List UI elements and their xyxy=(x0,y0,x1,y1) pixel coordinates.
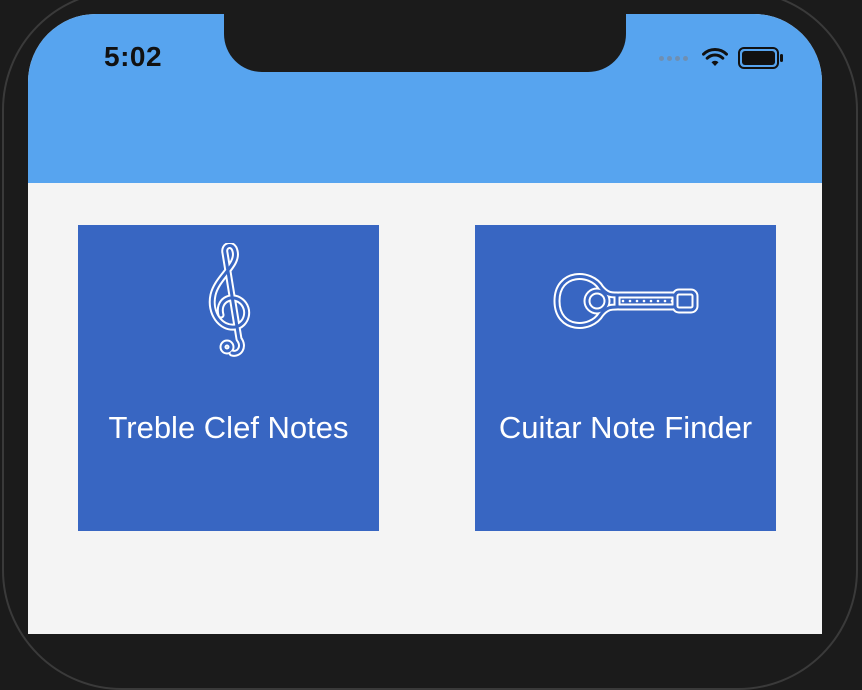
guitar-icon xyxy=(475,269,776,333)
treble-clef-icon xyxy=(78,243,379,361)
wifi-icon xyxy=(702,48,728,66)
tile-label: Treble Clef Notes xyxy=(108,410,349,445)
phone-frame: 5:02 Treble Clef Notes Cuitar Note Finde… xyxy=(0,0,862,690)
app-screen: 5:02 Treble Clef Notes Cuitar Note Finde… xyxy=(28,14,822,634)
guitar-note-finder-tile[interactable]: Cuitar Note Finder xyxy=(475,225,776,531)
status-time: 5:02 xyxy=(104,41,163,72)
device-notch xyxy=(224,14,626,72)
treble-clef-notes-tile[interactable]: Treble Clef Notes xyxy=(78,225,379,531)
tile-label: Cuitar Note Finder xyxy=(498,410,753,445)
battery-icon xyxy=(738,47,783,69)
status-icons xyxy=(659,44,784,72)
signal-dots-icon xyxy=(659,55,688,61)
